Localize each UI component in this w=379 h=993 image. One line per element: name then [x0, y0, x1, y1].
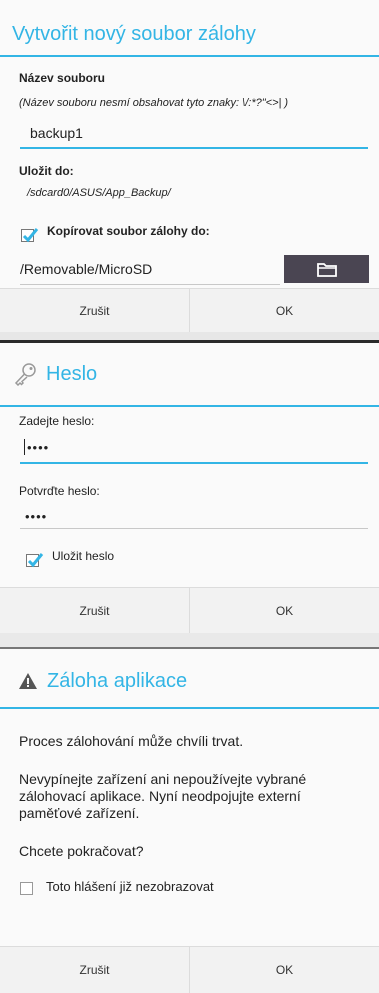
save-to-path: /sdcard0/ASUS/App_Backup/ [27, 187, 171, 199]
password-title-row: Heslo [14, 362, 97, 386]
info-paragraph-2-line-1: Nevypínejte zařízení ani nepoužívejte vy… [19, 771, 307, 787]
app-backup-title-row: Záloha aplikace [19, 669, 187, 693]
checkmark-icon [22, 228, 39, 243]
filename-label: Název souboru [19, 71, 106, 85]
ok-button[interactable]: OK [189, 289, 379, 333]
enter-password-label: Zadejte heslo: [19, 414, 95, 428]
create-backup-dialog: Vytvořit nový soubor zálohy Název soubor… [0, 0, 379, 333]
filename-input-underline [20, 147, 368, 149]
ok-button[interactable]: OK [189, 588, 379, 634]
enter-password-input[interactable]: •••• [27, 440, 49, 455]
title-divider [0, 707, 379, 709]
confirm-password-underline [20, 528, 368, 529]
copy-checkbox[interactable] [21, 228, 39, 243]
info-paragraph-2-line-3: paměťové zařízení. [19, 805, 140, 821]
confirm-password-input[interactable]: •••• [25, 509, 47, 524]
filename-input[interactable]: backup1 [30, 125, 83, 141]
create-backup-footer: Zrušit OK [0, 288, 379, 333]
password-title: Heslo [46, 363, 98, 385]
cancel-button[interactable]: Zrušit [0, 588, 189, 634]
ok-button[interactable]: OK [189, 947, 379, 993]
copy-path-input[interactable]: /Removable/MicroSD [20, 261, 152, 277]
folder-icon [316, 262, 337, 277]
password-footer: Zrušit OK [0, 587, 379, 634]
app-backup-footer: Zrušit OK [0, 946, 379, 993]
checkmark-icon [27, 553, 44, 568]
cancel-button[interactable]: Zrušit [0, 289, 189, 333]
save-password-label[interactable]: Uložit heslo [52, 549, 114, 563]
title-divider [0, 405, 379, 407]
title-divider [0, 55, 379, 57]
save-password-checkbox[interactable] [26, 553, 44, 568]
app-backup-title: Záloha aplikace [47, 670, 188, 692]
warning-icon [19, 673, 37, 689]
password-dialog: Heslo Zadejte heslo: •••• Potvrďte heslo… [0, 343, 379, 634]
info-paragraph-2-line-2: zálohovací aplikace. Nyní neodpojujte ex… [19, 788, 301, 804]
dialog-title: Vytvořit nový soubor zálohy [0, 22, 256, 46]
copy-path-underline [20, 284, 280, 285]
create-backup-title: Vytvořit nový soubor zálohy [12, 23, 256, 45]
info-paragraph-1: Proces zálohování může chvíli trvat. [19, 733, 244, 749]
browse-folder-button[interactable] [284, 255, 369, 283]
enter-password-underline [20, 462, 368, 464]
app-backup-dialog: Záloha aplikace Proces zálohování může c… [0, 649, 379, 993]
save-to-label: Uložit do: [19, 164, 74, 178]
cancel-button[interactable]: Zrušit [0, 947, 189, 993]
text-cursor [24, 439, 25, 455]
dont-show-label[interactable]: Toto hlášení již nezobrazovat [46, 879, 214, 894]
dont-show-checkbox[interactable] [20, 882, 33, 895]
filename-hint: (Název souboru nesmí obsahovat tyto znak… [19, 97, 289, 109]
confirm-password-label: Potvrďte heslo: [19, 484, 100, 498]
key-icon [14, 363, 36, 386]
copy-checkbox-label[interactable]: Kopírovat soubor zálohy do: [47, 224, 210, 238]
continue-question: Chcete pokračovat? [19, 843, 144, 859]
